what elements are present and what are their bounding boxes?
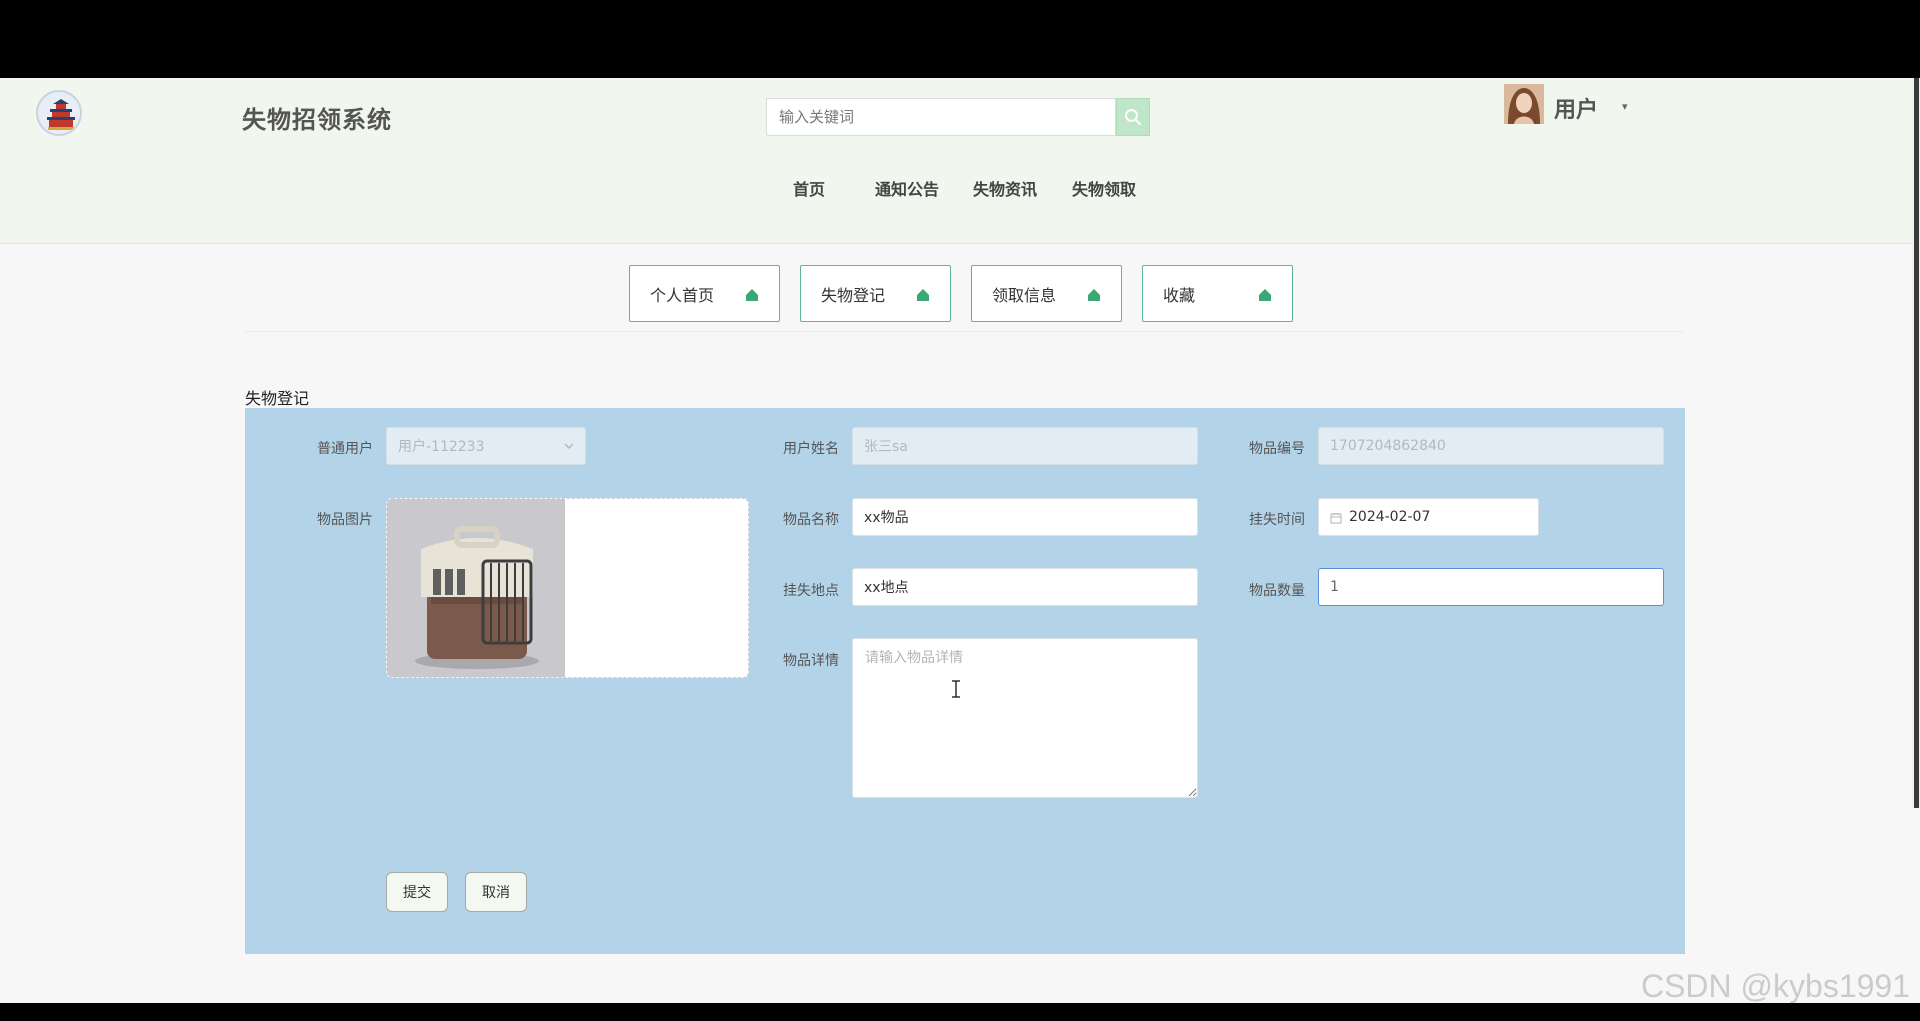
item-image-label: 物品图片: [317, 512, 373, 528]
calendar-icon: [1330, 513, 1342, 524]
item-no-field[interactable]: 1707204862840: [1318, 427, 1664, 465]
nav-item-lost-claim[interactable]: 失物领取: [1072, 176, 1136, 200]
lost-time-value: 2024-02-07: [1349, 509, 1431, 525]
pet-carrier-image: [387, 499, 565, 677]
item-name-field[interactable]: xx物品: [852, 498, 1198, 536]
lost-place-field[interactable]: xx地点: [852, 568, 1198, 606]
lost-place-field-label: 挂失地点: [783, 583, 839, 599]
tab-personal-home[interactable]: 个人首页: [629, 265, 780, 322]
tab-favorites[interactable]: 收藏: [1142, 265, 1293, 322]
lost-time-date-picker[interactable]: 2024-02-07: [1318, 498, 1539, 536]
tab-home-icon: [917, 289, 929, 301]
tab-label: 领取信息: [992, 285, 1057, 305]
tab-lost-register[interactable]: 失物登记: [800, 265, 951, 322]
site-title: 失物招领系统: [242, 106, 392, 134]
site-logo[interactable]: [36, 90, 82, 136]
item-no-field-label: 物品编号: [1249, 441, 1305, 457]
tabs-divider: [244, 331, 1684, 332]
lost-time-field-label: 挂失时间: [1249, 512, 1305, 528]
header: 失物招领系统 用户 ▾ 首页 通知公告 失物资讯 失物领取: [0, 78, 1920, 244]
uploaded-image[interactable]: [387, 499, 565, 677]
tab-home-icon: [746, 289, 758, 301]
screen-top-black-bar: [0, 0, 1920, 78]
tab-label: 失物登记: [821, 285, 886, 305]
section-title: 失物登记: [245, 389, 310, 408]
search-button[interactable]: [1116, 98, 1150, 136]
detail-field-label: 物品详情: [783, 653, 839, 669]
user-field-label: 普通用户: [317, 441, 373, 457]
username-field[interactable]: 张三sa: [852, 427, 1198, 465]
watermark-text: CSDN @kybs1991: [1640, 968, 1910, 1003]
temple-logo-icon: [40, 94, 80, 134]
main-nav: 首页 通知公告 失物资讯 失物领取: [0, 176, 1920, 206]
submit-button[interactable]: 提交: [386, 872, 448, 912]
page: 失物招领系统 用户 ▾ 首页 通知公告 失物资讯 失物领取 个人首页: [0, 78, 1920, 1003]
avatar-photo-icon: [1504, 84, 1544, 124]
tab-claim-info[interactable]: 领取信息: [971, 265, 1122, 322]
item-name-field-label: 物品名称: [783, 512, 839, 528]
tab-home-icon: [1259, 289, 1271, 301]
user-avatar[interactable]: [1504, 84, 1544, 124]
tab-label: 收藏: [1163, 285, 1196, 305]
text-cursor-icon: [952, 680, 960, 698]
caret-down-icon[interactable]: ▾: [1622, 100, 1628, 113]
user-menu-label[interactable]: 用户: [1554, 92, 1598, 124]
cancel-button[interactable]: 取消: [465, 872, 527, 912]
scrollbar-thumb[interactable]: [1914, 78, 1919, 808]
search-icon: [1125, 109, 1141, 125]
user-select-value: 用户-112233: [398, 439, 485, 455]
quantity-field-label: 物品数量: [1249, 583, 1305, 599]
nav-item-home[interactable]: 首页: [793, 176, 825, 200]
nav-item-lost-info[interactable]: 失物资讯: [973, 176, 1037, 200]
user-select[interactable]: 用户-112233: [386, 427, 586, 465]
nav-item-notices[interactable]: 通知公告: [875, 176, 939, 200]
tab-label: 个人首页: [650, 285, 715, 305]
detail-textarea[interactable]: [852, 638, 1198, 798]
screen-bottom-black-bar: [0, 1003, 1920, 1021]
username-field-label: 用户姓名: [783, 441, 839, 457]
chevron-down-icon: [564, 443, 574, 450]
search-input[interactable]: [766, 98, 1116, 136]
quantity-field[interactable]: 1: [1318, 568, 1664, 606]
image-upload-box[interactable]: [386, 498, 749, 678]
tab-home-icon: [1088, 289, 1100, 301]
